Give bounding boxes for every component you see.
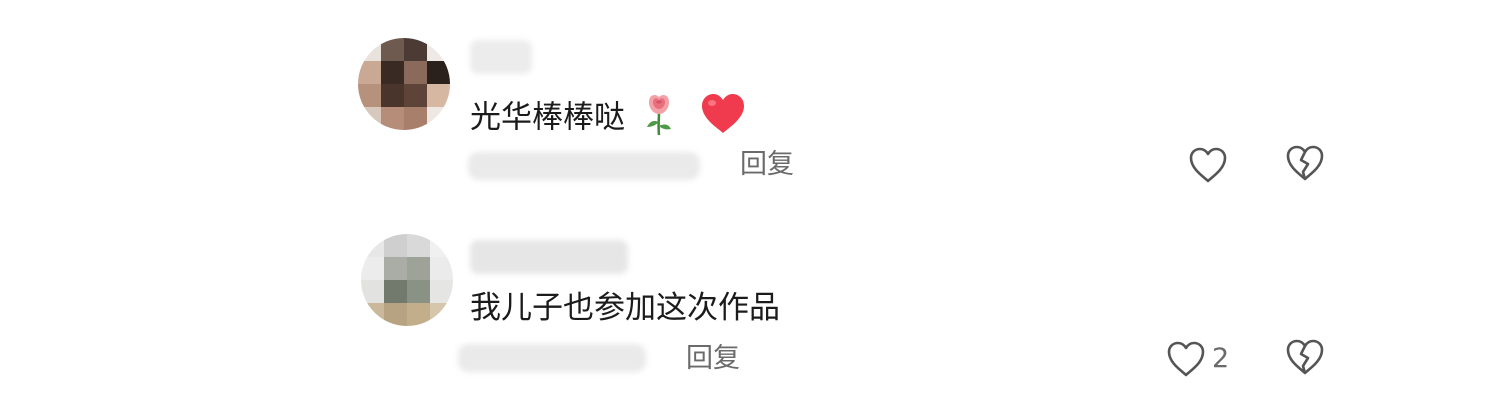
heart-outline-icon xyxy=(1188,146,1228,184)
broken-heart-outline-icon xyxy=(1285,339,1325,380)
like-button[interactable]: 2 xyxy=(1166,337,1229,381)
avatar[interactable] xyxy=(358,38,450,130)
username-redacted[interactable] xyxy=(470,240,628,274)
comment-text-row: 光华棒棒哒 xyxy=(470,92,747,146)
heart-outline-icon xyxy=(1166,340,1206,378)
comment-item: 光华棒棒哒 回复 xyxy=(0,0,1487,200)
red-heart-icon xyxy=(699,92,747,146)
timestamp-location-redacted xyxy=(468,152,700,180)
broken-heart-outline-icon xyxy=(1285,145,1325,186)
reply-button[interactable]: 回复 xyxy=(686,342,740,376)
comment-item: 我儿子也参加这次作品 回复 2 xyxy=(0,200,1487,406)
comment-list: 光华棒棒哒 回复 我儿子也参加这次作品 回复 2 xyxy=(0,0,1487,406)
timestamp-location-redacted xyxy=(458,344,646,372)
rose-icon xyxy=(641,92,677,146)
reply-button[interactable]: 回复 xyxy=(740,148,794,182)
like-button[interactable] xyxy=(1188,143,1234,187)
username-redacted[interactable] xyxy=(470,40,532,74)
comment-text: 光华棒棒哒 xyxy=(470,99,625,136)
dislike-button[interactable] xyxy=(1285,338,1329,382)
comment-text: 我儿子也参加这次作品 xyxy=(470,290,780,326)
dislike-button[interactable] xyxy=(1285,144,1329,188)
like-count: 2 xyxy=(1212,343,1230,374)
comment-text-row: 我儿子也参加这次作品 xyxy=(470,288,780,328)
avatar[interactable] xyxy=(361,234,453,326)
